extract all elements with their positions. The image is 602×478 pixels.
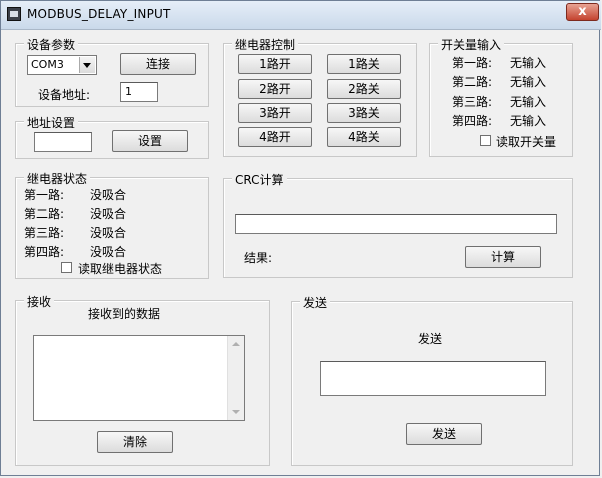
relay-status-1-value: 没吸合 [90,188,127,202]
read-relay-status-checkbox[interactable] [61,262,72,273]
read-switch-checkbox[interactable] [480,135,491,146]
switch-input-group: 开关量输入 第一路: 无输入 第二路: 无输入 第三路: 无输入 第四路: 无输… [429,36,573,157]
set-address-button[interactable]: 设置 [112,130,188,152]
relay-3-off-button[interactable]: 3路关 [327,103,401,123]
relay-status-4-value: 没吸合 [90,245,127,259]
receive-group: 接收 接收到的数据 清除 [15,293,270,466]
received-data-box[interactable] [33,335,245,421]
send-input[interactable] [320,361,546,396]
close-button[interactable]: x [566,3,599,21]
receive-legend: 接收 [24,293,55,310]
address-setting-legend: 地址设置 [24,114,79,131]
relay-control-group: 继电器控制 1路开 1路关 2路开 2路关 3路开 3路关 4路开 4路关 [223,36,417,157]
relay-4-on-button[interactable]: 4路开 [238,127,312,147]
received-data-header: 接收到的数据 [88,307,161,321]
device-params-legend: 设备参数 [24,36,79,53]
connect-button[interactable]: 连接 [120,53,196,75]
window-title: MODBUS_DELAY_INPUT [27,7,171,21]
switch-1-value: 无输入 [510,56,547,70]
relay-4-off-button[interactable]: 4路关 [327,127,401,147]
crc-result-label: 结果: [244,251,273,265]
switch-2-name: 第二路: [452,75,493,89]
address-input[interactable]: 1 [120,82,158,102]
relay-control-legend: 继电器控制 [232,36,299,53]
relay-3-on-button[interactable]: 3路开 [238,103,312,123]
relay-status-1-name: 第一路: [24,188,65,202]
relay-status-legend: 继电器状态 [24,170,91,187]
new-address-input[interactable] [34,132,92,152]
send-legend: 发送 [300,294,331,311]
relay-2-off-button[interactable]: 2路关 [327,79,401,99]
port-select-value: COM3 [31,58,64,71]
scroll-up-icon[interactable] [232,342,240,346]
port-select[interactable]: COM3 [27,55,97,75]
relay-status-2-value: 没吸合 [90,207,127,221]
clear-button[interactable]: 清除 [97,431,173,453]
crc-legend: CRC计算 [232,171,287,188]
switch-4-value: 无输入 [510,114,547,128]
relay-2-on-button[interactable]: 2路开 [238,79,312,99]
send-group: 发送 发送 发送 [291,294,573,466]
calculate-button[interactable]: 计算 [465,246,541,268]
switch-2-value: 无输入 [510,75,547,89]
title-bar: MODBUS_DELAY_INPUT x [1,1,601,30]
main-window: MODBUS_DELAY_INPUT x 设备参数 COM3 连接 设备地址: … [0,0,601,476]
switch-input-legend: 开关量输入 [438,36,505,53]
read-relay-status-label[interactable]: 读取继电器状态 [78,260,162,277]
send-button[interactable]: 发送 [406,423,482,445]
crc-group: CRC计算 结果: 计算 [223,171,573,278]
relay-1-on-button[interactable]: 1路开 [238,54,312,74]
relay-status-4-name: 第四路: [24,245,65,259]
relay-status-3-value: 没吸合 [90,226,127,240]
switch-3-name: 第三路: [452,95,493,109]
switch-4-name: 第四路: [452,114,493,128]
switch-3-value: 无输入 [510,95,547,109]
address-setting-group: 地址设置 设置 [15,114,209,159]
relay-1-off-button[interactable]: 1路关 [327,54,401,74]
received-scrollbar[interactable] [227,336,244,420]
chevron-down-icon[interactable] [79,57,95,73]
send-header: 发送 [418,332,443,346]
read-switch-label[interactable]: 读取开关量 [496,133,556,150]
relay-status-2-name: 第二路: [24,207,65,221]
switch-1-name: 第一路: [452,56,493,70]
address-label: 设备地址: [38,88,91,102]
crc-input[interactable] [235,214,557,234]
relay-status-group: 继电器状态 第一路: 没吸合 第二路: 没吸合 第三路: 没吸合 第四路: 没吸… [15,170,209,279]
scroll-down-icon[interactable] [232,410,240,414]
app-icon [7,7,21,21]
relay-status-3-name: 第三路: [24,226,65,240]
device-params-group: 设备参数 COM3 连接 设备地址: 1 [15,36,209,107]
